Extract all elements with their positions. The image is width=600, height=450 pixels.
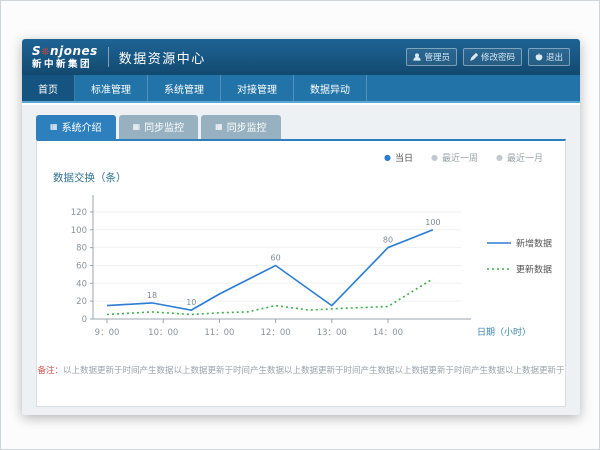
footnote-prefix: 备注： (37, 366, 63, 376)
logout-label: 退出 (546, 51, 563, 63)
svg-text:日期（小时）: 日期（小时） (477, 326, 531, 338)
svg-text:0: 0 (82, 315, 87, 325)
svg-text:12：00: 12：00 (261, 328, 291, 338)
time-range-filters: ● 当日 ● 最近一周 ● 最近一月 (51, 151, 543, 164)
tab-system-intro[interactable]: ▦ 系统介绍 (36, 115, 116, 139)
admin-user-button[interactable]: 管理员 (406, 48, 457, 66)
filter-last-month[interactable]: ● 最近一月 (496, 151, 543, 164)
svg-text:更新数据: 更新数据 (516, 264, 552, 276)
brand-logo-en: S❊njones (32, 45, 98, 58)
power-icon (535, 53, 543, 61)
logo-star-icon: ❊ (41, 47, 50, 58)
svg-text:14：00: 14：00 (373, 328, 403, 338)
header-divider (108, 47, 109, 67)
change-password-button[interactable]: 修改密码 (463, 48, 522, 66)
svg-text:80: 80 (383, 236, 393, 245)
content-area: ▦ 系统介绍 ▦ 同步监控 ▦ 同步监控 ● 当日 ● 最近一周 ● 最近一月 (22, 105, 580, 415)
filter-last-week-label: 最近一周 (442, 151, 478, 164)
footnote: 备注：以上数据更新于时间产生数据以上数据更新于时间产生数据以上数据更新于时间产生… (37, 364, 565, 376)
dot-icon: ● (384, 154, 391, 162)
user-icon (413, 53, 421, 61)
tab-sync-monitor-1[interactable]: ▦ 同步监控 (119, 115, 199, 139)
filter-today-label: 当日 (395, 151, 413, 164)
footnote-text: 以上数据更新于时间产生数据以上数据更新于时间产生数据以上数据更新于时间产生数据以… (63, 366, 565, 376)
page-title: 数据资源中心 (119, 48, 206, 67)
nav-item-interface-mgmt[interactable]: 对接管理 (221, 75, 294, 101)
tab-sync-monitor-2[interactable]: ▦ 同步监控 (201, 115, 281, 139)
svg-text:13：00: 13：00 (317, 328, 347, 338)
header-actions: 管理员 修改密码 退出 (406, 48, 570, 66)
svg-text:18: 18 (147, 291, 157, 300)
svg-text:新增数据: 新增数据 (516, 238, 552, 250)
filter-last-week[interactable]: ● 最近一周 (431, 151, 478, 164)
chart-panel: ● 当日 ● 最近一周 ● 最近一月 数据交换（条） 0 20 40 60 80 100 120 9… (36, 139, 566, 407)
main-nav: 首页 标准管理 系统管理 对接管理 数据异动 (22, 75, 580, 103)
grid-icon: ▦ (133, 123, 141, 131)
svg-text:80: 80 (76, 244, 87, 254)
grid-icon: ▦ (215, 123, 223, 131)
tab-system-intro-label: 系统介绍 (62, 119, 102, 134)
app-header: S❊njones 新中新集团 数据资源中心 管理员 修改密码 退出 (22, 39, 580, 75)
svg-text:11：00: 11：00 (204, 328, 234, 338)
tab-bar: ▦ 系统介绍 ▦ 同步监控 ▦ 同步监控 (36, 115, 566, 139)
filter-last-month-label: 最近一月 (507, 151, 543, 164)
admin-user-label: 管理员 (424, 51, 450, 63)
svg-text:10: 10 (186, 298, 196, 307)
svg-text:60: 60 (76, 261, 87, 271)
svg-text:100: 100 (71, 226, 87, 236)
svg-text:60: 60 (271, 253, 281, 262)
nav-item-data-change[interactable]: 数据异动 (294, 75, 367, 101)
edit-icon (470, 53, 478, 61)
svg-text:100: 100 (425, 218, 440, 227)
grid-icon: ▦ (50, 123, 58, 131)
tab-sync-monitor-2-label: 同步监控 (227, 119, 267, 134)
svg-text:40: 40 (76, 279, 87, 289)
tab-sync-monitor-1-label: 同步监控 (144, 119, 184, 134)
line-chart: 0 20 40 60 80 100 120 9：00 10：00 11：00 12：00 13：00 1… (51, 187, 571, 377)
brand-logo[interactable]: S❊njones 新中新集团 (32, 45, 98, 70)
svg-text:9：00: 9：00 (95, 328, 120, 338)
brand-logo-cn: 新中新集团 (32, 60, 98, 70)
filter-today[interactable]: ● 当日 (384, 151, 413, 164)
change-password-label: 修改密码 (481, 51, 515, 63)
logout-button[interactable]: 退出 (528, 48, 570, 66)
svg-text:20: 20 (76, 297, 87, 307)
dot-icon: ● (431, 154, 438, 162)
nav-item-home[interactable]: 首页 (22, 75, 75, 101)
chart-y-axis-title: 数据交换（条） (53, 170, 551, 185)
screenshot-canvas: S❊njones 新中新集团 数据资源中心 管理员 修改密码 退出 (0, 0, 600, 450)
svg-text:120: 120 (71, 208, 87, 218)
nav-item-system-mgmt[interactable]: 系统管理 (148, 75, 221, 101)
svg-text:10：00: 10：00 (148, 328, 178, 338)
dot-icon: ● (496, 154, 503, 162)
nav-item-standard-mgmt[interactable]: 标准管理 (75, 75, 148, 101)
app-window: S❊njones 新中新集团 数据资源中心 管理员 修改密码 退出 (22, 39, 580, 415)
